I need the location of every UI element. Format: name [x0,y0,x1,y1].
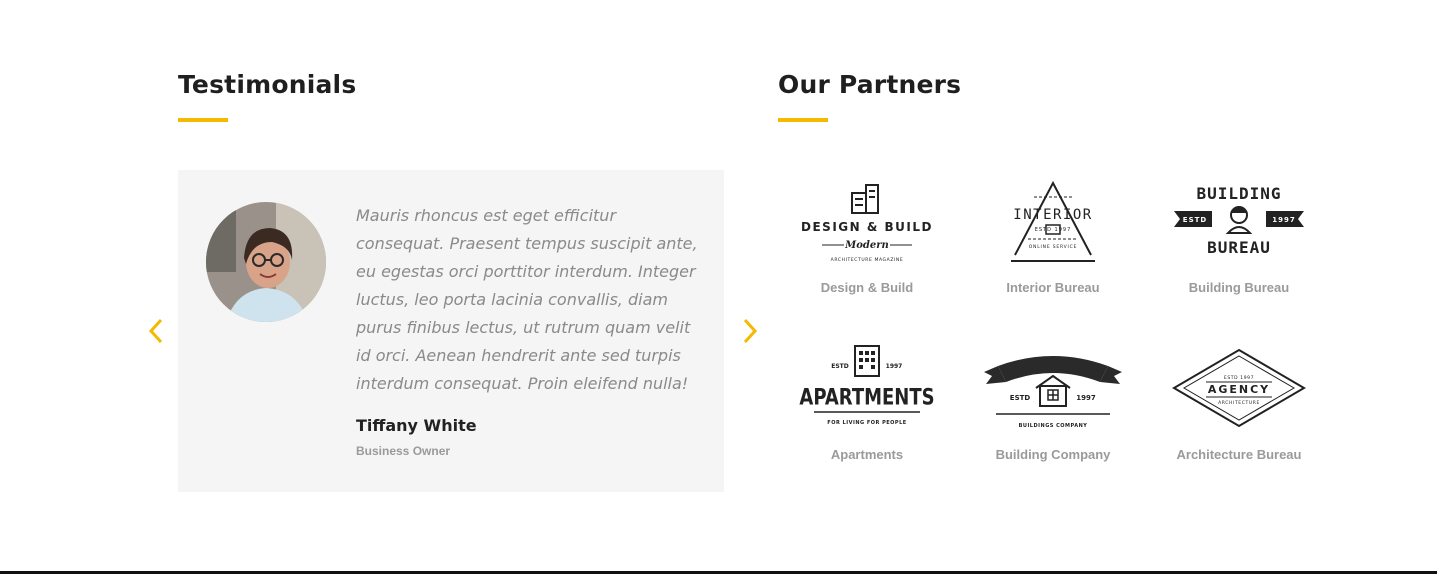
logo-text: ESTD [1183,216,1207,224]
testimonials-title-underline [178,118,228,122]
logo-text: ESTD [831,363,849,370]
logo-text: BUREAU [1207,238,1271,257]
testimonial-card: Mauris rhoncus est eget efficitur conseq… [178,170,724,492]
architecture-bureau-logo: ESTD 1997 AGENCY ARCHITECTURE [1154,337,1324,437]
avatar [206,202,326,322]
logo-text: ESTD 1997 [1035,227,1072,233]
partner-building-bureau[interactable]: BUILDING ESTD 1997 BUREAU Building Burea… [1154,170,1324,295]
logo-text: 1997 [886,363,903,370]
logo-text: AGENCY [1208,383,1270,396]
carousel-next-button[interactable] [738,316,762,346]
partner-name: Building Company [995,447,1111,462]
partner-name: Design & Build [820,280,914,295]
partner-name: Apartments [830,447,904,462]
partner-name: Architecture Bureau [1176,447,1302,462]
building-company-logo: ESTD 1997 BUILDINGS COMPANY [968,337,1138,437]
logo-text: BUILDINGS COMPANY [1019,423,1088,429]
testimonial-author-name: Tiffany White [356,416,477,435]
logo-text: ARCHITECTURE [1218,400,1260,406]
testimonials-title: Testimonials [178,70,357,99]
logo-text: ONLINE SERVICE [1029,244,1078,250]
logo-text: ESTD 1997 [1224,375,1254,381]
logo-text: ARCHITECTURE MAGAZINE [831,257,904,263]
partner-apartments[interactable]: ESTD 1997 APARTMENTS FOR LIVING FOR PEOP… [782,337,952,462]
logo-text: DESIGN & BUILD [801,220,933,234]
logo-text: APARTMENTS [799,384,934,411]
partners-title: Our Partners [778,70,962,99]
chevron-right-icon [743,318,758,344]
logo-text: ESTD [1010,394,1031,402]
partners-title-underline [778,118,828,122]
logo-text: FOR LIVING FOR PEOPLE [827,420,907,426]
partner-design-build[interactable]: DESIGN & BUILD Modern ARCHITECTURE MAGAZ… [782,170,952,295]
interior-bureau-logo: INTERIOR ESTD 1997 ONLINE SERVICE [968,170,1138,270]
carousel-prev-button[interactable] [144,316,168,346]
logo-text: 1997 [1272,216,1295,224]
logo-text: 1997 [1076,394,1096,402]
design-build-logo: DESIGN & BUILD Modern ARCHITECTURE MAGAZ… [782,170,952,270]
apartments-logo: ESTD 1997 APARTMENTS FOR LIVING FOR PEOP… [782,337,952,437]
partner-interior-bureau[interactable]: INTERIOR ESTD 1997 ONLINE SERVICE Interi… [968,170,1138,295]
partner-name: Building Bureau [1188,280,1290,295]
logo-text: BUILDING [1196,184,1281,203]
chevron-left-icon [148,318,163,344]
building-bureau-logo: BUILDING ESTD 1997 BUREAU [1154,170,1324,270]
testimonial-quote: Mauris rhoncus est eget efficitur conseq… [356,206,698,393]
partner-building-company[interactable]: ESTD 1997 BUILDINGS COMPANY Building Com… [968,337,1138,462]
partner-name: Interior Bureau [1006,280,1100,295]
testimonial-author-role: Business Owner [356,444,451,458]
logo-text: Modern [844,240,889,251]
logo-text: INTERIOR [1013,207,1092,223]
partner-architecture-bureau[interactable]: ESTD 1997 AGENCY ARCHITECTURE Architectu… [1154,337,1324,462]
